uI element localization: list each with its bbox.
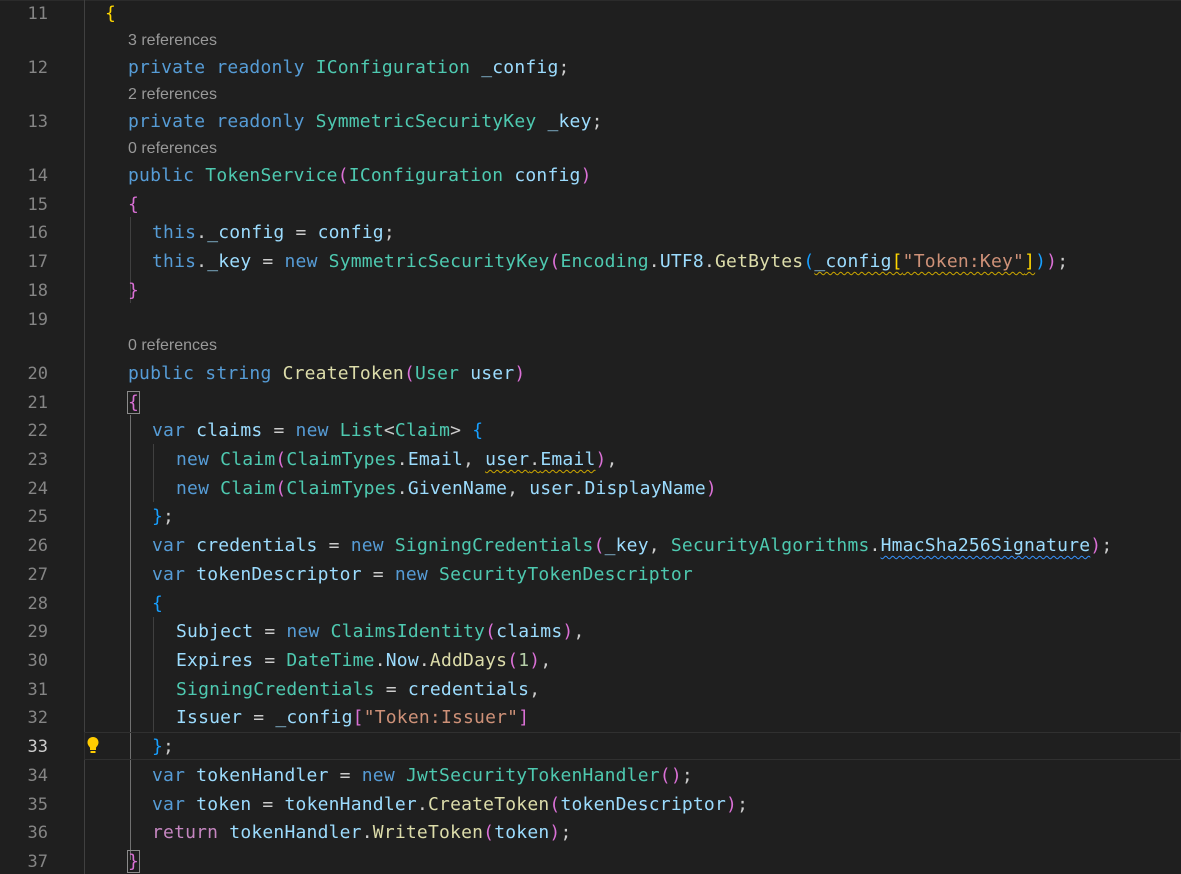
line-number: 19 xyxy=(27,310,48,330)
code-text[interactable]: var claims = new List<Claim> { xyxy=(152,420,483,441)
code-line[interactable]: 20 public string CreateToken(User user) xyxy=(0,360,1181,389)
code-line[interactable]: 18} xyxy=(0,277,1181,306)
line-number: 29 xyxy=(27,622,48,642)
code-line[interactable]: 27 var tokenDescriptor = new SecurityToke… xyxy=(0,561,1181,590)
line-number: 25 xyxy=(27,507,48,527)
code-text[interactable]: private readonly SymmetricSecurityKey _k… xyxy=(128,111,603,132)
line-number: 16 xyxy=(27,223,48,243)
code-text[interactable]: } xyxy=(128,280,139,301)
line-number: 34 xyxy=(27,766,48,786)
code-line[interactable]: 23 new Claim(ClaimTypes.Email, user.Email… xyxy=(0,446,1181,475)
code-text[interactable]: var credentials = new SigningCredentials… xyxy=(152,535,1112,556)
codelens-row: 3 references xyxy=(0,29,1181,53)
code-text[interactable]: return tokenHandler.WriteToken(token); xyxy=(152,822,571,843)
code-line[interactable]: 13 private readonly SymmetricSecurityKey … xyxy=(0,108,1181,137)
code-line[interactable]: 31 SigningCredentials = credentials, xyxy=(0,676,1181,705)
line-number: 14 xyxy=(27,166,48,186)
code-text[interactable]: SigningCredentials = credentials, xyxy=(176,679,540,700)
code-line[interactable]: 16 this._config = config; xyxy=(0,219,1181,248)
codelens-references[interactable]: 2 references xyxy=(128,86,217,104)
code-line[interactable]: 26 var credentials = new SigningCredentia… xyxy=(0,532,1181,561)
code-editor[interactable]: 3 references 2 references 0 references 0… xyxy=(0,0,1181,874)
line-number: 35 xyxy=(27,795,48,815)
codelens-references[interactable]: 0 references xyxy=(128,140,217,158)
line-number: 26 xyxy=(27,536,48,556)
line-number: 37 xyxy=(27,852,48,872)
code-text[interactable]: this._key = new SymmetricSecurityKey(Enc… xyxy=(152,251,1068,272)
codelens-row: 0 references xyxy=(0,137,1181,161)
code-text[interactable]: public string CreateToken(User user) xyxy=(128,363,525,384)
code-line[interactable]: 34 var tokenHandler = new JwtSecurityToke… xyxy=(0,762,1181,791)
line-number: 11 xyxy=(27,4,48,24)
code-text[interactable]: } xyxy=(126,850,141,873)
line-number: 20 xyxy=(27,364,48,384)
code-text[interactable]: new Claim(ClaimTypes.Email, user.Email), xyxy=(176,449,618,470)
line-number: 33 xyxy=(27,737,48,757)
line-number: 24 xyxy=(27,479,48,499)
code-line[interactable]: 30 Expires = DateTime.Now.AddDays(1), xyxy=(0,647,1181,676)
code-line[interactable]: 37} xyxy=(0,848,1181,874)
codelens-references[interactable]: 3 references xyxy=(128,32,217,50)
line-number: 15 xyxy=(27,195,48,215)
code-line[interactable]: 35 var token = tokenHandler.CreateToken(t… xyxy=(0,791,1181,820)
code-line[interactable]: 19 xyxy=(0,306,1181,335)
code-line[interactable]: 36 return tokenHandler.WriteToken(token); xyxy=(0,819,1181,848)
codelens-row: 0 references xyxy=(0,334,1181,358)
line-number: 23 xyxy=(27,450,48,470)
line-number: 27 xyxy=(27,565,48,585)
line-number: 36 xyxy=(27,823,48,843)
code-line[interactable]: 14 public TokenService(IConfiguration con… xyxy=(0,162,1181,191)
codelens-references[interactable]: 0 references xyxy=(128,337,217,355)
line-number: 17 xyxy=(27,252,48,272)
code-text[interactable]: { xyxy=(152,593,163,614)
code-text[interactable]: public TokenService(IConfiguration confi… xyxy=(128,165,592,186)
lightbulb-icon[interactable] xyxy=(86,736,100,756)
code-line[interactable]: 12 private readonly IConfiguration _confi… xyxy=(0,54,1181,83)
line-number: 18 xyxy=(27,281,48,301)
line-number: 30 xyxy=(27,651,48,671)
code-line[interactable]: 24 new Claim(ClaimTypes.GivenName, user.D… xyxy=(0,475,1181,504)
code-line[interactable]: 15 { xyxy=(0,191,1181,220)
code-text[interactable]: { xyxy=(126,391,141,414)
code-line[interactable]: 17 this._key = new SymmetricSecurityKey(E… xyxy=(0,248,1181,277)
code-text[interactable]: var tokenDescriptor = new SecurityTokenD… xyxy=(152,564,693,585)
code-line[interactable]: 33}; xyxy=(0,733,1181,762)
code-text[interactable]: Expires = DateTime.Now.AddDays(1), xyxy=(176,650,551,671)
code-text[interactable]: this._config = config; xyxy=(152,222,395,243)
line-number: 12 xyxy=(27,58,48,78)
code-text[interactable]: Issuer = _config["Token:Issuer"] xyxy=(176,707,529,728)
code-text[interactable]: { xyxy=(105,3,116,24)
code-text[interactable]: Subject = new ClaimsIdentity(claims), xyxy=(176,621,584,642)
code-text[interactable]: var tokenHandler = new JwtSecurityTokenH… xyxy=(152,765,693,786)
line-number: 21 xyxy=(27,393,48,413)
code-line[interactable]: 29 Subject = new ClaimsIdentity(claims), xyxy=(0,618,1181,647)
code-text[interactable]: }; xyxy=(152,736,174,757)
line-number: 13 xyxy=(27,112,48,132)
code-line[interactable]: 32 Issuer = _config["Token:Issuer"] xyxy=(0,704,1181,733)
code-line[interactable]: 11 { xyxy=(0,0,1181,29)
codelens-row: 2 references xyxy=(0,83,1181,107)
line-number: 32 xyxy=(27,708,48,728)
line-number: 28 xyxy=(27,594,48,614)
code-line[interactable]: 22 var claims = new List<Claim> { xyxy=(0,417,1181,446)
line-number: 22 xyxy=(27,421,48,441)
code-text[interactable]: var token = tokenHandler.CreateToken(tok… xyxy=(152,794,748,815)
line-number: 31 xyxy=(27,680,48,700)
code-text[interactable]: private readonly IConfiguration _config; xyxy=(128,57,570,78)
code-text[interactable]: { xyxy=(128,194,139,215)
code-text[interactable]: }; xyxy=(152,506,174,527)
code-line[interactable]: 21 { xyxy=(0,389,1181,418)
code-text[interactable]: new Claim(ClaimTypes.GivenName, user.Dis… xyxy=(176,478,717,499)
code-line[interactable]: 25}; xyxy=(0,503,1181,532)
code-line[interactable]: 28 { xyxy=(0,590,1181,619)
